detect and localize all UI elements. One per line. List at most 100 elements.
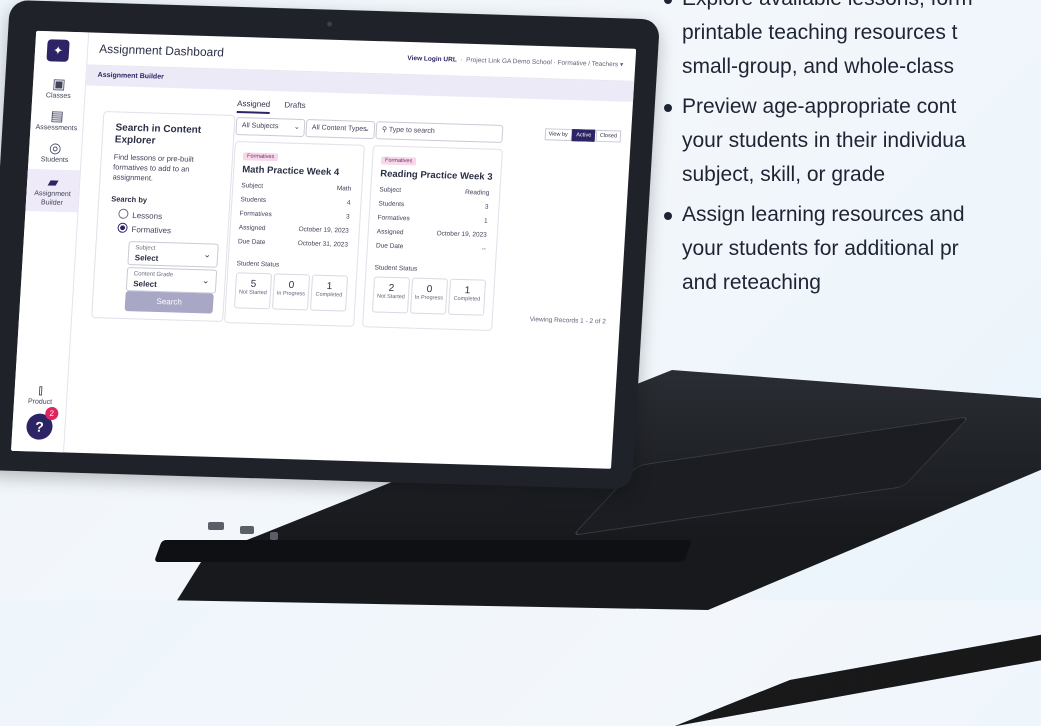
app-logo[interactable]: ✦ [46,39,69,62]
radio-selected-icon [117,223,128,233]
sidebar-item-assessments[interactable]: ▤ Assessments [30,107,84,134]
feature-bullet: Explore available lessons, form printabl… [664,0,1041,84]
assessments-icon: ▤ [31,107,84,125]
search-input[interactable]: ⚲ Type to search [375,121,503,143]
not-started-stat[interactable]: 5Not Started [234,272,272,309]
stat-label: Completed [312,292,346,299]
feature-bullet: Preview age-appropriate cont your studen… [664,90,1041,192]
card-title: Reading Practice Week 3 [380,168,493,182]
chevron-down-icon: ⌄ [202,275,210,286]
tab-assigned[interactable]: Assigned [237,99,271,114]
stat-label: Not Started [374,293,408,300]
completed-stat[interactable]: 1Completed [448,279,486,316]
laptop-edge [154,540,692,562]
stat-label: Completed [450,296,484,303]
content-grade-select[interactable]: Content Grade Select ⌄ [126,267,217,294]
stat-label: In Progress [412,295,446,302]
radio-lessons[interactable]: Lessons [118,209,162,221]
type-badge: Formatives [381,156,417,165]
sidebar-item-assignment-builder[interactable]: ▰ Assignment Builder [25,169,80,213]
usb-port [208,522,224,530]
in-progress-stat[interactable]: 0In Progress [272,273,310,310]
bullet-dot-icon [664,104,672,112]
subjects-filter[interactable]: All Subjects ⌄ [235,117,305,137]
completed-stat[interactable]: 1Completed [310,275,348,312]
students-icon: ◎ [29,139,82,157]
bullet-line: small-group, and whole-class [682,50,1041,84]
filter-value: All Subjects [242,122,279,130]
chevron-down-icon[interactable]: ▾ [620,61,624,68]
tab-drafts[interactable]: Drafts [284,100,306,113]
status-label: Student Status [374,264,417,272]
classes-icon: ▣ [33,75,86,93]
sidebar-item-label: Classes [32,91,85,102]
row-label: Students [240,196,266,204]
radio-label: Lessons [132,211,162,221]
radio-circle-icon [118,209,129,219]
bullet-dot-icon [664,212,672,220]
page-title: Assignment Dashboard [99,42,225,60]
row-label: Subject [241,182,263,190]
chevron-down-icon: ⌄ [364,122,371,138]
records-count: Viewing Records 1 - 2 of 2 [529,316,606,325]
row-value: October 31, 2023 [297,240,348,249]
view-login-url-link[interactable]: View Login URL [407,55,457,63]
radio-label: Formatives [131,225,171,235]
bullet-line: subject, skill, or grade [682,158,1041,192]
bullet-line: Assign learning resources and [682,198,1041,232]
row-value: 4 [347,199,351,206]
subject-select[interactable]: Subject Select ⌄ [127,241,218,268]
view-by-label: View by [544,128,572,141]
select-value: Select [135,253,159,263]
bullet-line: Preview age-appropriate cont [682,90,1041,124]
assignment-card[interactable]: Formatives Math Practice Week 4 Subject M… [224,141,365,327]
chevron-down-icon: ⌄ [294,120,301,136]
sidebar-item-label: Product [14,397,67,408]
row-label: Students [378,200,404,208]
status-label: Student Status [236,260,279,268]
type-badge: Formatives [243,152,279,161]
chevron-down-icon: ⌄ [203,249,211,260]
content-types-filter[interactable]: All Content Types⌄ [305,119,375,139]
row-label: Due Date [376,242,404,250]
closed-toggle[interactable]: Closed [595,130,621,143]
sidebar-item-classes[interactable]: ▣ Classes [32,75,85,102]
search-button[interactable]: Search [125,291,214,314]
search-icon: ⚲ [382,126,388,133]
view-toggle: View by Active Closed [545,128,621,142]
search-panel: Search in Content Explorer Find lessons … [91,111,235,322]
select-caption: Subject [135,245,155,252]
card-title: Math Practice Week 4 [242,164,340,178]
sidebar-item-product[interactable]: ⫾ Product [14,381,67,408]
row-value: Math [337,185,352,192]
product-icon: ⫾ [14,381,67,399]
feature-list: Explore available lessons, form printabl… [664,0,1041,306]
usb-port [240,526,254,534]
assignment-card[interactable]: Formatives Reading Practice Week 3 Subje… [362,145,503,331]
row-value: October 19, 2023 [298,226,349,235]
in-progress-stat[interactable]: 0In Progress [410,278,448,315]
bullet-line: your students in their individua [682,124,1041,158]
row-value: October 19, 2023 [436,230,487,239]
tabs: Assigned Drafts [237,99,318,115]
radio-formatives[interactable]: Formatives [117,223,171,236]
select-value: Select [133,279,157,289]
row-label: Subject [379,186,401,194]
not-started-stat[interactable]: 2Not Started [372,276,410,313]
row-label: Assigned [239,224,266,232]
sidebar-item-label: Assignment Builder [26,189,79,209]
bullet-line: Explore available lessons, form [682,0,1041,16]
laptop-keyboard [675,586,1041,726]
assignment-builder-icon: ▰ [27,173,80,191]
row-label: Formatives [239,210,272,218]
filter-bar: All Subjects⌄ All Content Types⌄ ⚲ Type … [235,117,621,145]
display: ✦ ▣ Classes ▤ Assessments ◎ Students ▰ [11,31,636,469]
laptop-screen: ✦ ▣ Classes ▤ Assessments ◎ Students ▰ [0,0,660,490]
row-label: Formatives [377,214,410,222]
notification-badge: 2 [45,407,59,420]
filter-value: All Content Types [312,124,367,133]
sidebar-item-students[interactable]: ◎ Students [28,139,82,166]
active-toggle[interactable]: Active [572,129,596,142]
bullet-line: your students for additional pr [682,232,1041,266]
breadcrumb[interactable]: Project Link GA Demo School · Formative … [466,57,618,69]
